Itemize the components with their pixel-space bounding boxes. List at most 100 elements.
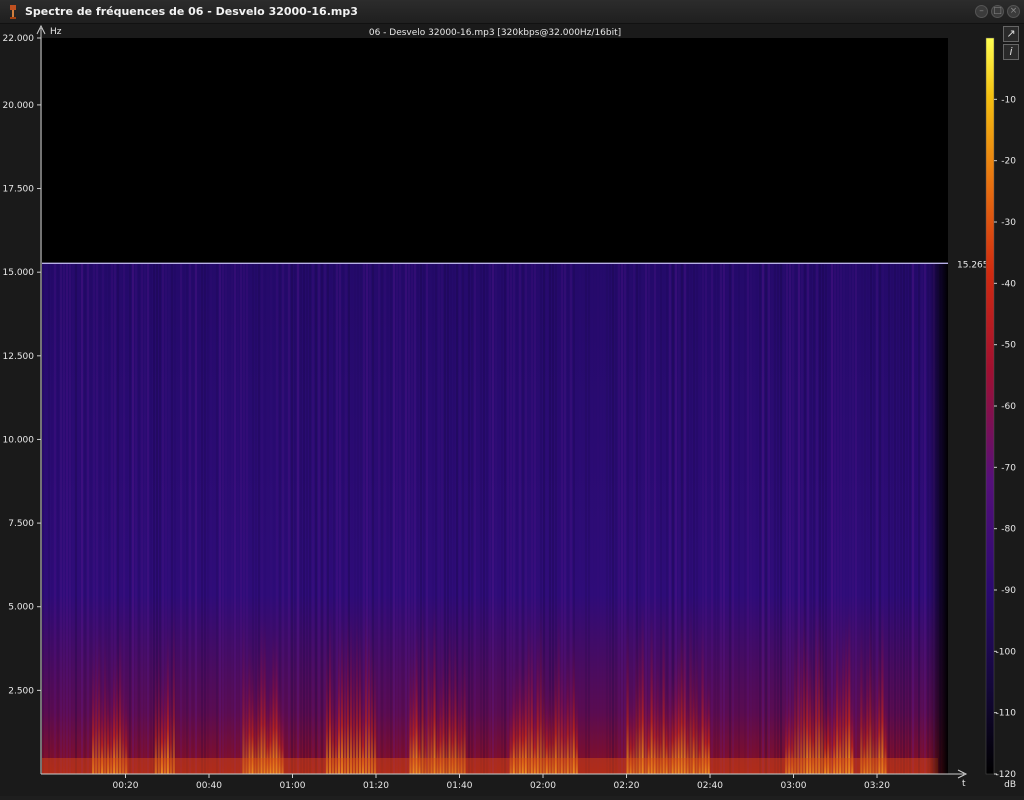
energy-column	[821, 540, 824, 774]
texture-stripe	[597, 263, 599, 774]
energy-column	[860, 555, 863, 774]
low-frequency-band	[42, 758, 938, 774]
texture-stripe	[219, 263, 221, 774]
texture-stripe	[225, 263, 227, 774]
energy-column	[343, 562, 347, 774]
colorbar-tick-label: -40	[1001, 279, 1016, 289]
energy-column	[263, 547, 266, 774]
energy-column	[457, 628, 460, 774]
texture-stripe	[765, 263, 767, 774]
texture-stripe	[489, 263, 491, 774]
title-bar: Spectre de fréquences de 06 - Desvelo 32…	[0, 0, 1024, 24]
energy-column	[533, 653, 536, 774]
texture-stripe	[396, 263, 398, 774]
texture-stripe	[129, 263, 131, 774]
texture-stripe	[762, 263, 764, 774]
texture-stripe	[903, 263, 905, 774]
energy-column	[110, 644, 113, 774]
energy-column	[445, 621, 448, 774]
energy-column	[104, 565, 107, 774]
energy-column	[272, 570, 275, 774]
texture-stripe	[315, 263, 317, 774]
texture-stripe	[918, 263, 920, 774]
texture-stripe	[207, 263, 209, 774]
energy-column	[575, 648, 578, 774]
texture-stripe	[504, 263, 506, 774]
texture-stripe	[45, 263, 47, 774]
texture-stripe	[90, 263, 92, 774]
energy-column	[334, 641, 338, 774]
texture-stripe	[135, 263, 137, 774]
energy-column	[842, 554, 845, 774]
texture-stripe	[774, 263, 776, 774]
texture-stripe	[714, 263, 716, 774]
energy-column	[442, 583, 445, 774]
energy-column	[269, 622, 272, 774]
energy-column	[872, 609, 875, 774]
export-icon[interactable]: ↗	[1003, 26, 1019, 42]
energy-column	[122, 619, 125, 774]
texture-stripe	[735, 263, 737, 774]
y-tick-label: 20.000	[3, 101, 35, 111]
energy-column	[346, 539, 350, 774]
energy-column	[572, 569, 575, 774]
energy-column	[539, 530, 542, 774]
minimize-button[interactable]: –	[975, 5, 988, 18]
energy-column	[653, 606, 656, 774]
energy-column	[809, 584, 812, 774]
texture-stripe	[471, 263, 473, 774]
energy-column	[662, 535, 665, 774]
energy-column	[418, 656, 421, 774]
texture-stripe	[582, 263, 584, 774]
energy-column	[451, 627, 454, 774]
energy-column	[509, 657, 512, 774]
energy-column	[875, 601, 878, 774]
texture-stripe	[768, 263, 770, 774]
maximize-button[interactable]: □	[991, 5, 1004, 18]
energy-column	[116, 582, 119, 774]
energy-column	[266, 647, 269, 774]
energy-column	[340, 551, 344, 774]
energy-column	[373, 598, 377, 774]
energy-column	[878, 578, 881, 774]
texture-stripe	[147, 263, 149, 774]
energy-column	[278, 635, 281, 774]
texture-stripe	[237, 263, 239, 774]
energy-column	[863, 640, 866, 774]
texture-stripe	[609, 263, 611, 774]
energy-column	[824, 657, 827, 774]
energy-column	[569, 587, 572, 774]
energy-column	[433, 525, 436, 774]
texture-stripe	[87, 263, 89, 774]
texture-stripe	[924, 263, 926, 774]
texture-stripe	[720, 263, 722, 774]
texture-stripe	[381, 263, 383, 774]
energy-column	[632, 641, 635, 774]
texture-stripe	[69, 263, 71, 774]
energy-column	[542, 587, 545, 774]
texture-stripe	[303, 263, 305, 774]
energy-column	[881, 532, 884, 774]
texture-stripe	[579, 263, 581, 774]
energy-column	[242, 543, 245, 774]
energy-column	[521, 622, 524, 774]
texture-stripe	[747, 263, 749, 774]
texture-stripe	[477, 263, 479, 774]
info-icon[interactable]: i	[1003, 44, 1019, 60]
energy-column	[254, 637, 257, 774]
x-tick-label: 03:00	[781, 781, 807, 791]
energy-column	[641, 525, 644, 774]
energy-column	[367, 543, 371, 774]
texture-stripe	[42, 263, 44, 774]
close-button[interactable]: ×	[1007, 5, 1020, 18]
energy-column	[884, 651, 887, 774]
texture-stripe	[378, 263, 380, 774]
texture-stripe	[783, 263, 785, 774]
texture-stripe	[474, 263, 476, 774]
x-tick-label: 00:20	[113, 781, 139, 791]
texture-stripe	[915, 263, 917, 774]
energy-column	[686, 628, 689, 774]
energy-column	[415, 556, 418, 774]
colorbar-tick-label: -60	[1001, 402, 1016, 412]
texture-stripe	[921, 263, 923, 774]
